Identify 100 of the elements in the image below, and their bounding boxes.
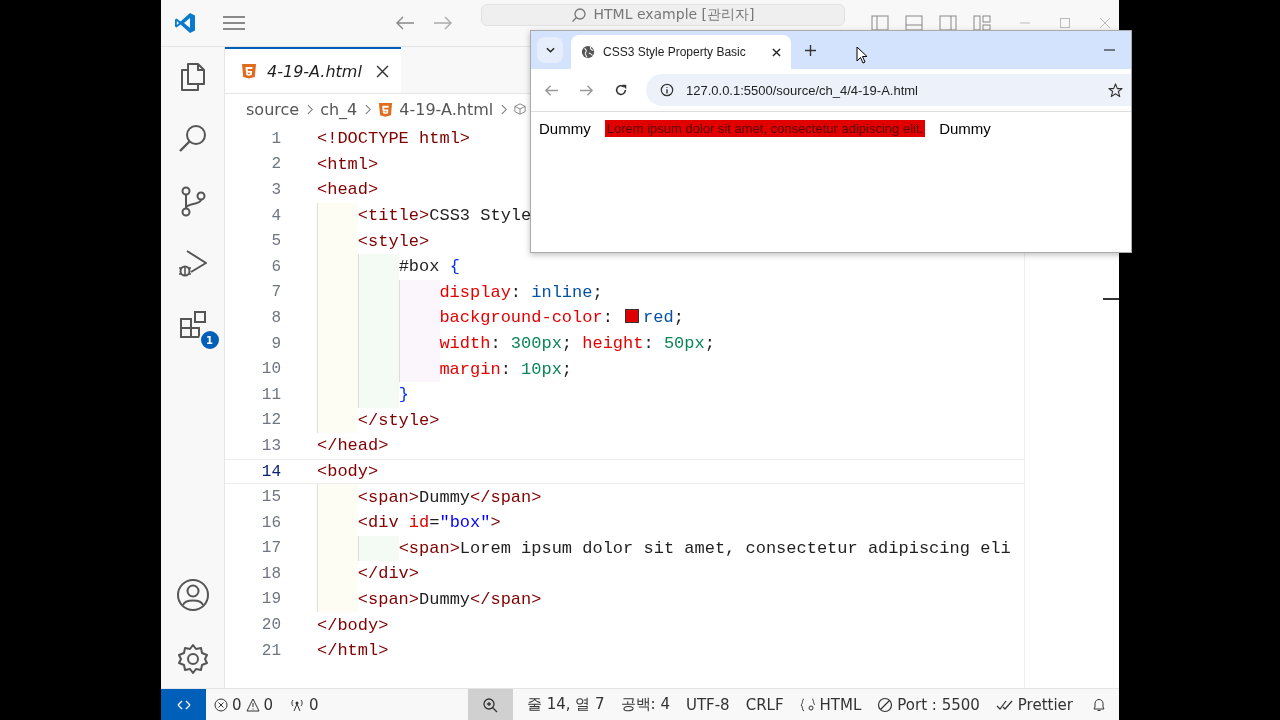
line-number: 17 bbox=[260, 539, 281, 558]
indent-guide bbox=[317, 202, 358, 229]
code-line: <title>CSS3 Style bbox=[357, 206, 532, 226]
code-line: </head> bbox=[317, 436, 389, 456]
account-icon[interactable] bbox=[175, 578, 210, 612]
code-line: display: inline; bbox=[439, 282, 603, 302]
page-text: Dummy bbox=[939, 120, 991, 137]
indent-guide bbox=[317, 484, 358, 510]
globe-icon bbox=[581, 45, 595, 59]
command-center-search[interactable]: HTML example [관리자] bbox=[481, 4, 845, 26]
highlighted-box-text: Lorem ipsum dolor sit amet, consectetur adipiscing elit. bbox=[604, 120, 926, 137]
ports-status[interactable]: 0 bbox=[281, 695, 327, 714]
braces-icon bbox=[799, 697, 816, 712]
line-number: 6 bbox=[270, 257, 281, 276]
warning-icon bbox=[245, 697, 260, 712]
extensions-badge: 1 bbox=[198, 329, 221, 351]
indent-guide bbox=[358, 535, 399, 562]
prettier-status[interactable]: Prettier bbox=[987, 695, 1081, 714]
line-number: 19 bbox=[260, 590, 281, 609]
encoding-status[interactable]: UTF-8 bbox=[677, 695, 738, 714]
line-number: 20 bbox=[260, 616, 281, 635]
code-line: #box { bbox=[398, 257, 460, 277]
line-number: 5 bbox=[270, 232, 281, 251]
cursor-position[interactable]: 줄 14, 열 7 bbox=[518, 695, 613, 714]
tab-list-button[interactable] bbox=[537, 37, 563, 63]
bookmark-star-icon[interactable] bbox=[1108, 82, 1123, 98]
line-number: 14 bbox=[260, 462, 281, 481]
line-number: 9 bbox=[270, 334, 281, 353]
code-line: background-color: red; bbox=[439, 308, 684, 328]
indent-guide bbox=[399, 279, 440, 306]
code-line: margin: 10px; bbox=[439, 359, 573, 379]
code-line: } bbox=[398, 385, 409, 405]
line-number: 7 bbox=[270, 283, 281, 302]
mouse-cursor-icon bbox=[856, 46, 868, 64]
code-line: <body> bbox=[317, 462, 379, 481]
live-server-status[interactable]: Port : 5500 bbox=[869, 695, 988, 714]
indent-guide bbox=[358, 253, 399, 280]
chevron-right-icon bbox=[501, 103, 509, 115]
chevron-down-icon bbox=[545, 47, 555, 53]
line-number: 11 bbox=[260, 385, 281, 404]
sidebar-toggle-icon[interactable] bbox=[871, 15, 889, 31]
code-line: </html> bbox=[317, 641, 389, 661]
close-icon[interactable] bbox=[772, 47, 781, 57]
indent-guide bbox=[317, 407, 358, 434]
code-line: <html> bbox=[317, 154, 379, 174]
breadcrumb-item[interactable]: 4-19-A.html bbox=[399, 99, 494, 119]
browser-tab[interactable]: CSS3 Style Property Basic bbox=[571, 35, 791, 69]
antenna-icon bbox=[289, 697, 306, 712]
breadcrumb-item[interactable]: ch_4 bbox=[320, 99, 358, 119]
code-line: <span>Dummy</span> bbox=[357, 590, 542, 609]
line-number: 10 bbox=[260, 360, 281, 379]
line-number: 4 bbox=[270, 206, 281, 225]
html5-icon bbox=[378, 101, 394, 117]
remote-button[interactable] bbox=[161, 688, 206, 720]
close-icon[interactable] bbox=[375, 64, 389, 78]
back-arrow-icon[interactable] bbox=[395, 15, 415, 31]
code-line: <span>Dummy</span> bbox=[357, 487, 542, 507]
line-number: 1 bbox=[270, 129, 281, 148]
problems-status[interactable]: 0 0 bbox=[206, 695, 282, 714]
vscode-logo-icon bbox=[173, 11, 197, 35]
line-number: 18 bbox=[260, 564, 281, 583]
panel-toggle-icon[interactable] bbox=[905, 15, 923, 31]
code-line: </div> bbox=[357, 564, 420, 584]
address-bar[interactable]: 127.0.0.1:5500/source/ch_4/4-19-A.html bbox=[646, 74, 1131, 106]
line-number: 8 bbox=[270, 308, 281, 327]
indent-guide bbox=[317, 586, 358, 613]
indent-guide bbox=[399, 356, 440, 382]
breadcrumb-item[interactable]: source bbox=[246, 99, 300, 119]
info-icon[interactable] bbox=[660, 83, 674, 97]
code-line: width: 300px; height: 50px; bbox=[439, 334, 715, 354]
editor-tab[interactable]: 4-19-A.html bbox=[225, 47, 401, 93]
color-swatch[interactable] bbox=[625, 309, 640, 324]
zoom-button[interactable] bbox=[467, 688, 513, 720]
code-line: </body> bbox=[317, 615, 389, 635]
language-mode[interactable]: HTML bbox=[791, 695, 870, 714]
line-number: 15 bbox=[260, 488, 281, 507]
search-icon bbox=[571, 7, 588, 23]
line-number: 21 bbox=[260, 641, 281, 660]
code-line: <div id="box"> bbox=[357, 513, 501, 533]
line-number: 13 bbox=[260, 436, 281, 455]
cube-icon bbox=[514, 102, 527, 116]
code-line: <!DOCTYPE html> bbox=[317, 129, 471, 149]
line-number: 12 bbox=[260, 411, 281, 430]
indentation-status[interactable]: 공백: 4 bbox=[612, 695, 678, 714]
run-debug-icon[interactable] bbox=[176, 247, 209, 279]
line-number: 3 bbox=[270, 181, 281, 199]
menu-icon[interactable] bbox=[223, 16, 245, 30]
chevron-right-icon bbox=[365, 103, 373, 115]
code-line: <style> bbox=[357, 231, 430, 251]
notifications-icon[interactable] bbox=[1091, 696, 1107, 713]
line-ending-status[interactable]: CRLF bbox=[737, 695, 792, 714]
chevron-right-icon bbox=[307, 103, 315, 115]
code-line: <head> bbox=[317, 180, 379, 200]
zoom-in-icon bbox=[482, 696, 499, 713]
reload-icon[interactable] bbox=[614, 83, 628, 97]
settings-icon[interactable] bbox=[175, 642, 210, 676]
html5-icon bbox=[241, 63, 257, 79]
error-icon bbox=[214, 697, 228, 712]
new-tab-icon[interactable] bbox=[805, 44, 816, 56]
page-text: Dummy bbox=[539, 120, 591, 137]
